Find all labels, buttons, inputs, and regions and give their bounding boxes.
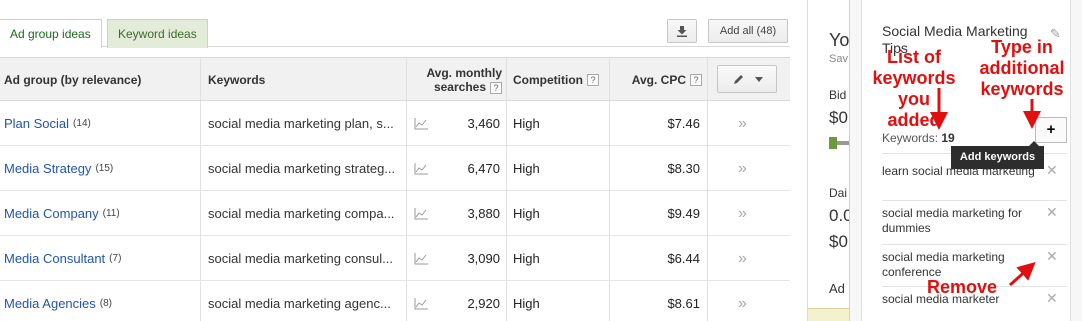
keyword-planner-screen: Ad group ideas Keyword ideas Add all (48… (0, 0, 1082, 321)
arrow-to-remove (1008, 261, 1036, 287)
annotation-arrows (930, 88, 1041, 287)
